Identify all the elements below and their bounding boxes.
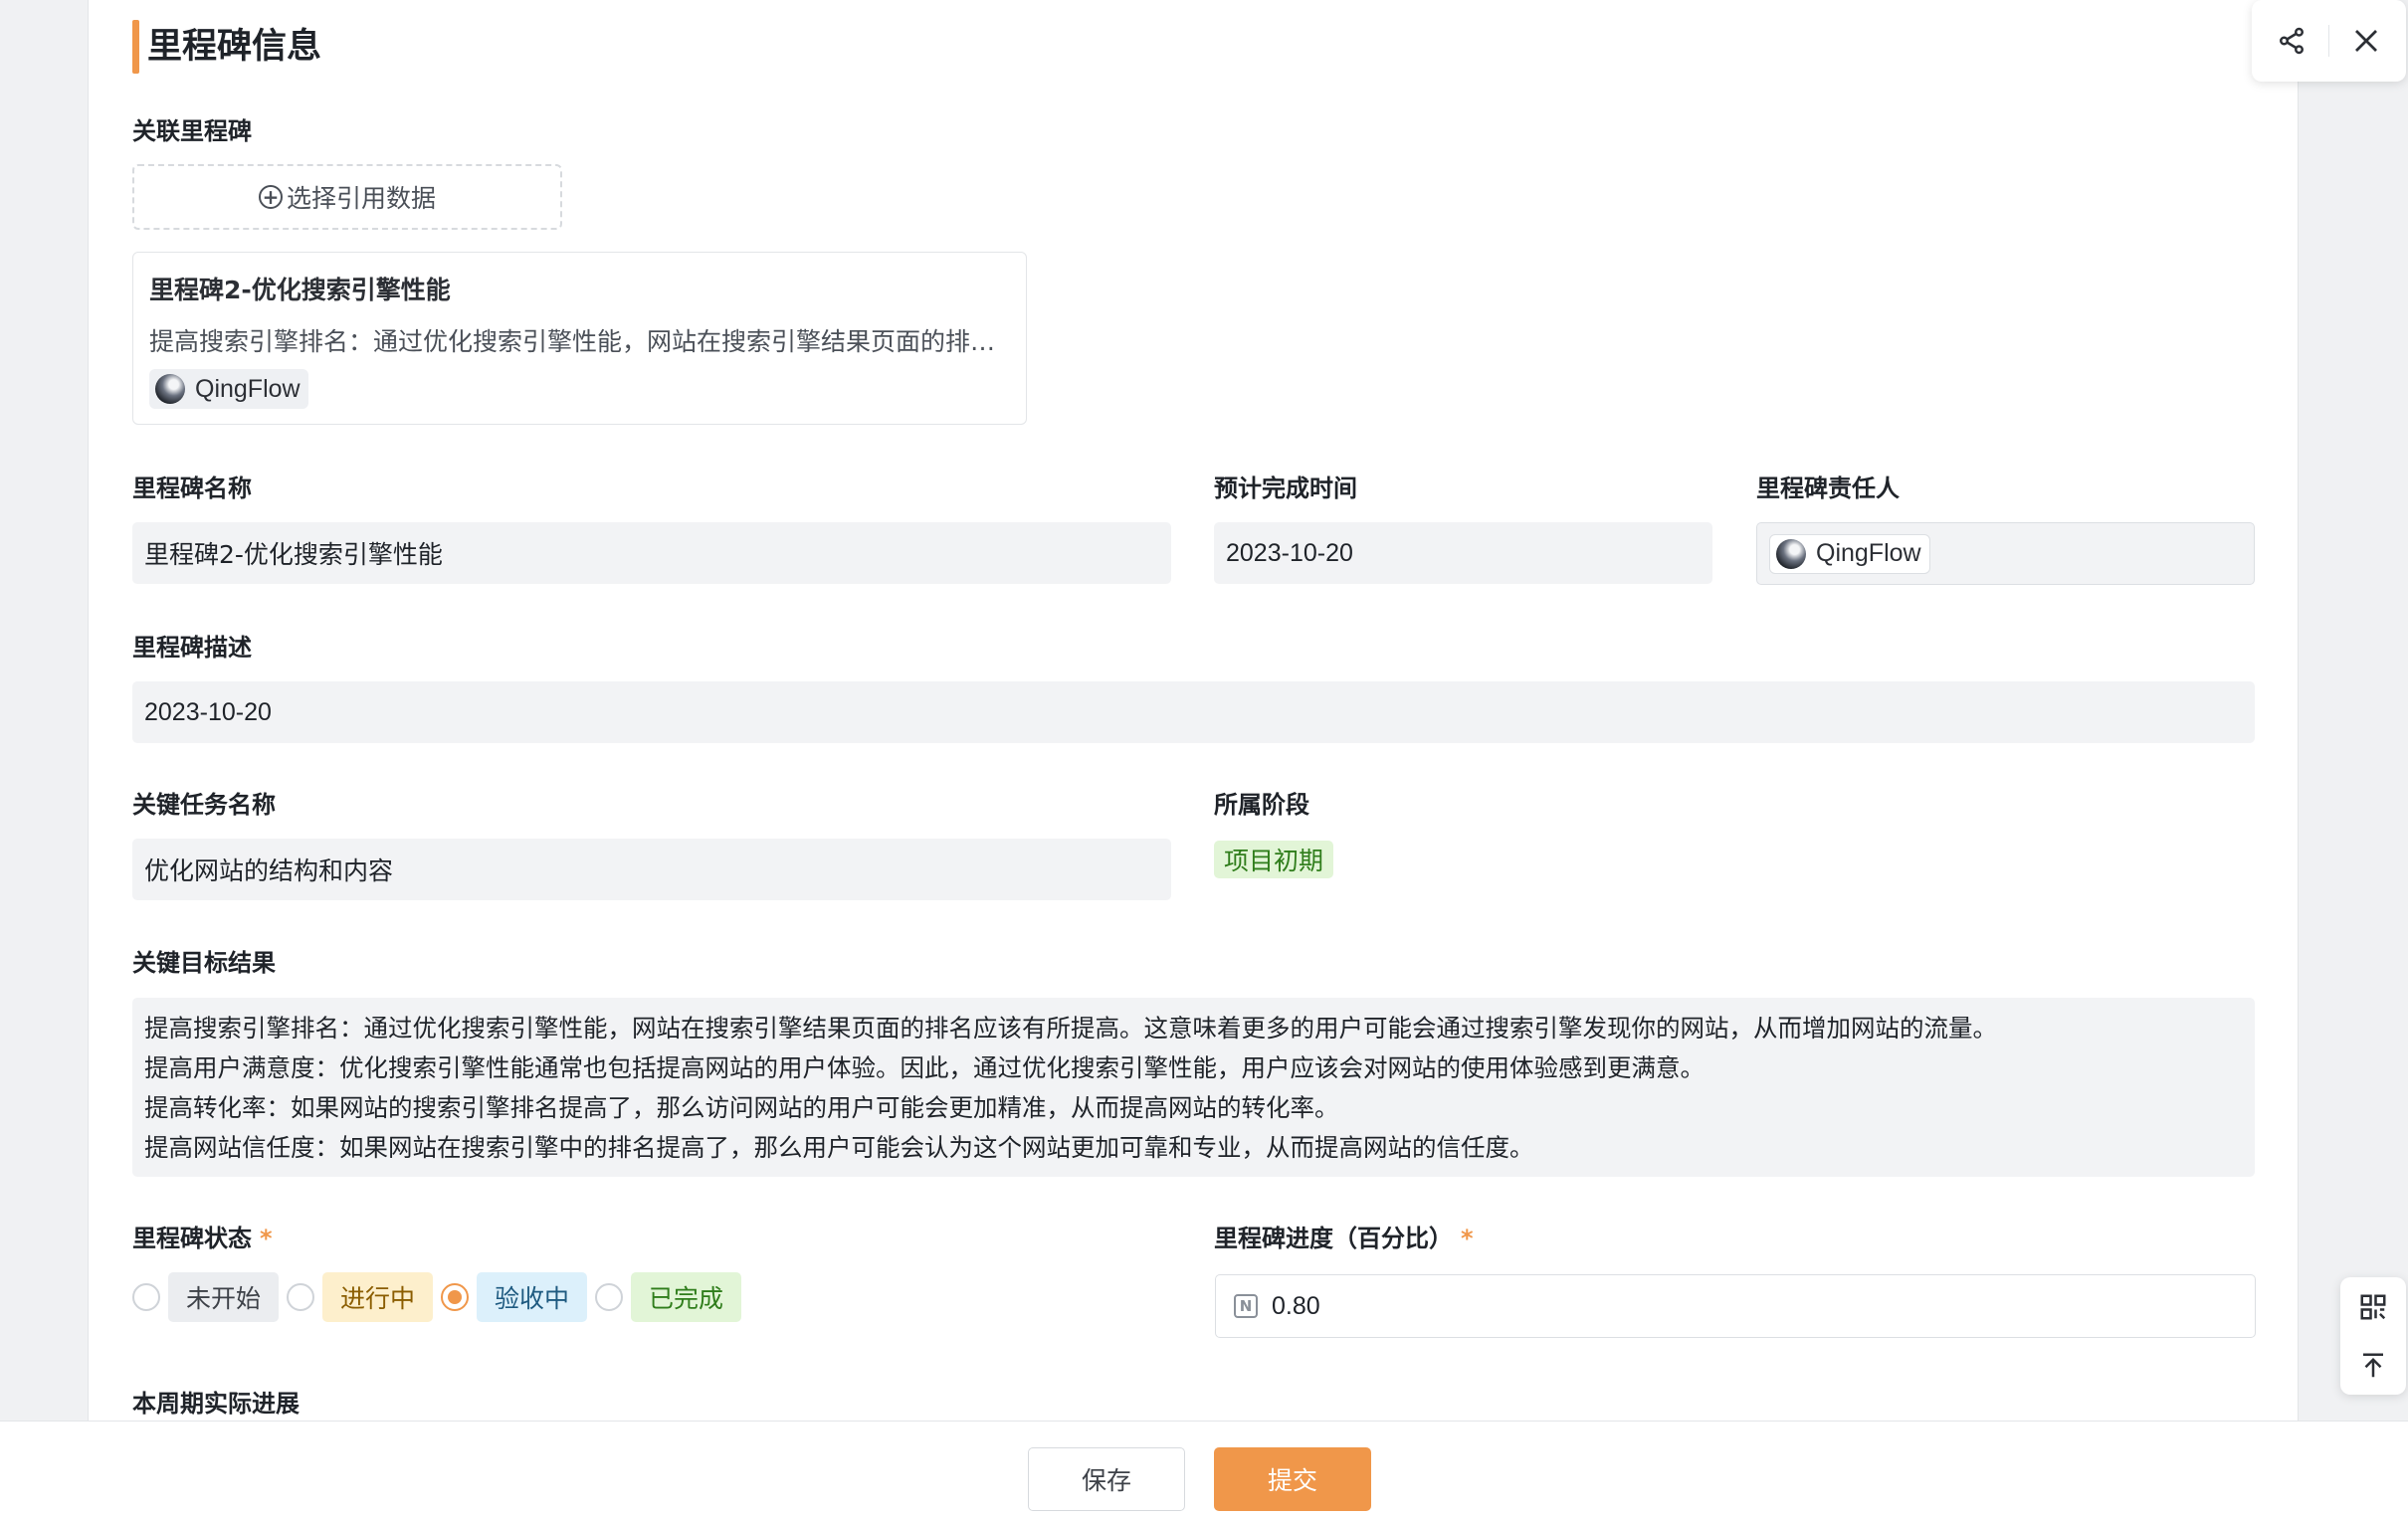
status-option-in-progress[interactable]: 进行中 — [287, 1272, 434, 1322]
number-field-icon: N — [1234, 1294, 1258, 1318]
milestone-description-label: 里程碑描述 — [132, 634, 252, 662]
progress-label: 里程碑进度（百分比） * — [1214, 1222, 1474, 1255]
status-option-not-started[interactable]: 未开始 — [132, 1272, 280, 1322]
required-mark: * — [260, 1225, 273, 1252]
milestone-description-field[interactable]: 2023-10-20 — [132, 681, 2255, 743]
status-pill: 进行中 — [322, 1272, 434, 1322]
owner-label: 里程碑责任人 — [1756, 474, 1900, 502]
share-button[interactable] — [2268, 17, 2315, 65]
due-date-label: 预计完成时间 — [1214, 474, 1357, 502]
key-result-line: 提高搜索引擎排名：通过优化搜索引擎性能，网站在搜索引擎结果页面的排名应该有所提高… — [144, 1014, 1997, 1043]
side-tools — [2340, 1277, 2406, 1395]
key-result-line: 提高网站信任度：如果网站在搜索引擎中的排名提高了，那么用户可能会认为这个网站更加… — [144, 1133, 1534, 1162]
status-option-acceptance[interactable]: 验收中 — [441, 1272, 588, 1322]
status-pill: 已完成 — [631, 1272, 742, 1322]
key-result-line: 提高转化率：如果网站的搜索引擎排名提高了，那么访问网站的用户可能会更加精准，从而… — [144, 1093, 1339, 1122]
back-to-top-icon — [2363, 1353, 2383, 1377]
required-mark: * — [1461, 1225, 1474, 1252]
avatar — [1776, 538, 1806, 569]
close-icon — [2354, 30, 2377, 52]
select-reference-button[interactable]: + 选择引用数据 — [132, 164, 562, 230]
stage-label: 所属阶段 — [1214, 791, 1309, 819]
save-button[interactable]: 保存 — [1028, 1447, 1185, 1511]
stage-tag: 项目初期 — [1214, 841, 1334, 878]
status-label-text: 里程碑状态 — [132, 1225, 252, 1252]
progress-label-text: 里程碑进度（百分比） — [1214, 1225, 1453, 1252]
close-button[interactable] — [2342, 17, 2390, 65]
radio-button[interactable] — [287, 1283, 315, 1311]
key-results-field[interactable]: 提高搜索引擎排名：通过优化搜索引擎性能，网站在搜索引擎结果页面的排名应该有所提高… — [132, 998, 2255, 1177]
avatar — [155, 374, 185, 404]
radio-button-selected[interactable] — [441, 1283, 470, 1311]
footer-bar: 保存 提交 — [0, 1421, 2408, 1518]
submit-button[interactable]: 提交 — [1214, 1447, 1371, 1511]
status-label: 里程碑状态 * — [132, 1222, 273, 1255]
milestone-name-label: 里程碑名称 — [132, 474, 252, 502]
back-to-top-button[interactable] — [2349, 1342, 2397, 1390]
owner-user: QingFlow — [1816, 539, 1921, 567]
related-milestone-description: 提高搜索引擎排名：通过优化搜索引擎性能，网站在搜索引擎结果页面的排… — [149, 327, 996, 356]
progress-value: 0.80 — [1272, 1291, 1320, 1320]
section-title: 里程碑信息 — [147, 27, 322, 67]
select-reference-label: 选择引用数据 — [286, 184, 436, 213]
radio-button[interactable] — [132, 1283, 160, 1311]
share-icon — [2280, 27, 2305, 55]
related-milestone-card[interactable]: 里程碑2-优化搜索引擎性能 提高搜索引擎排名：通过优化搜索引擎性能，网站在搜索引… — [132, 252, 1027, 425]
status-radio-group: 未开始 进行中 验收中 已完成 — [132, 1272, 749, 1322]
related-milestone-user-chip: QingFlow — [149, 369, 308, 409]
qr-code-icon — [2360, 1294, 2386, 1319]
radio-button[interactable] — [595, 1283, 624, 1311]
key-task-label: 关键任务名称 — [132, 791, 276, 819]
status-pill: 未开始 — [168, 1272, 280, 1322]
due-date-field[interactable]: 2023-10-20 — [1214, 522, 1712, 584]
divider — [2327, 25, 2329, 57]
related-milestone-label: 关联里程碑 — [132, 117, 252, 145]
plus-circle-icon: + — [258, 185, 283, 209]
related-milestone-title: 里程碑2-优化搜索引擎性能 — [149, 276, 451, 304]
status-pill: 验收中 — [477, 1272, 588, 1322]
owner-user-chip: QingFlow — [1769, 533, 1930, 574]
key-results-label: 关键目标结果 — [132, 949, 276, 977]
progress-field[interactable]: N 0.80 — [1215, 1274, 2256, 1338]
floating-actions — [2252, 0, 2406, 82]
qr-code-button[interactable] — [2349, 1283, 2397, 1331]
actual-progress-label: 本周期实际进展 — [132, 1390, 300, 1418]
key-task-field[interactable]: 优化网站的结构和内容 — [132, 839, 1171, 900]
status-option-done[interactable]: 已完成 — [595, 1272, 742, 1322]
section-accent-bar — [132, 20, 139, 74]
key-result-line: 提高用户满意度：优化搜索引擎性能通常也包括提高网站的用户体验。因此，通过优化搜索… — [144, 1053, 1705, 1082]
owner-field[interactable]: QingFlow — [1756, 522, 2255, 585]
milestone-name-field[interactable]: 里程碑2-优化搜索引擎性能 — [132, 522, 1171, 584]
related-milestone-user: QingFlow — [195, 374, 301, 403]
